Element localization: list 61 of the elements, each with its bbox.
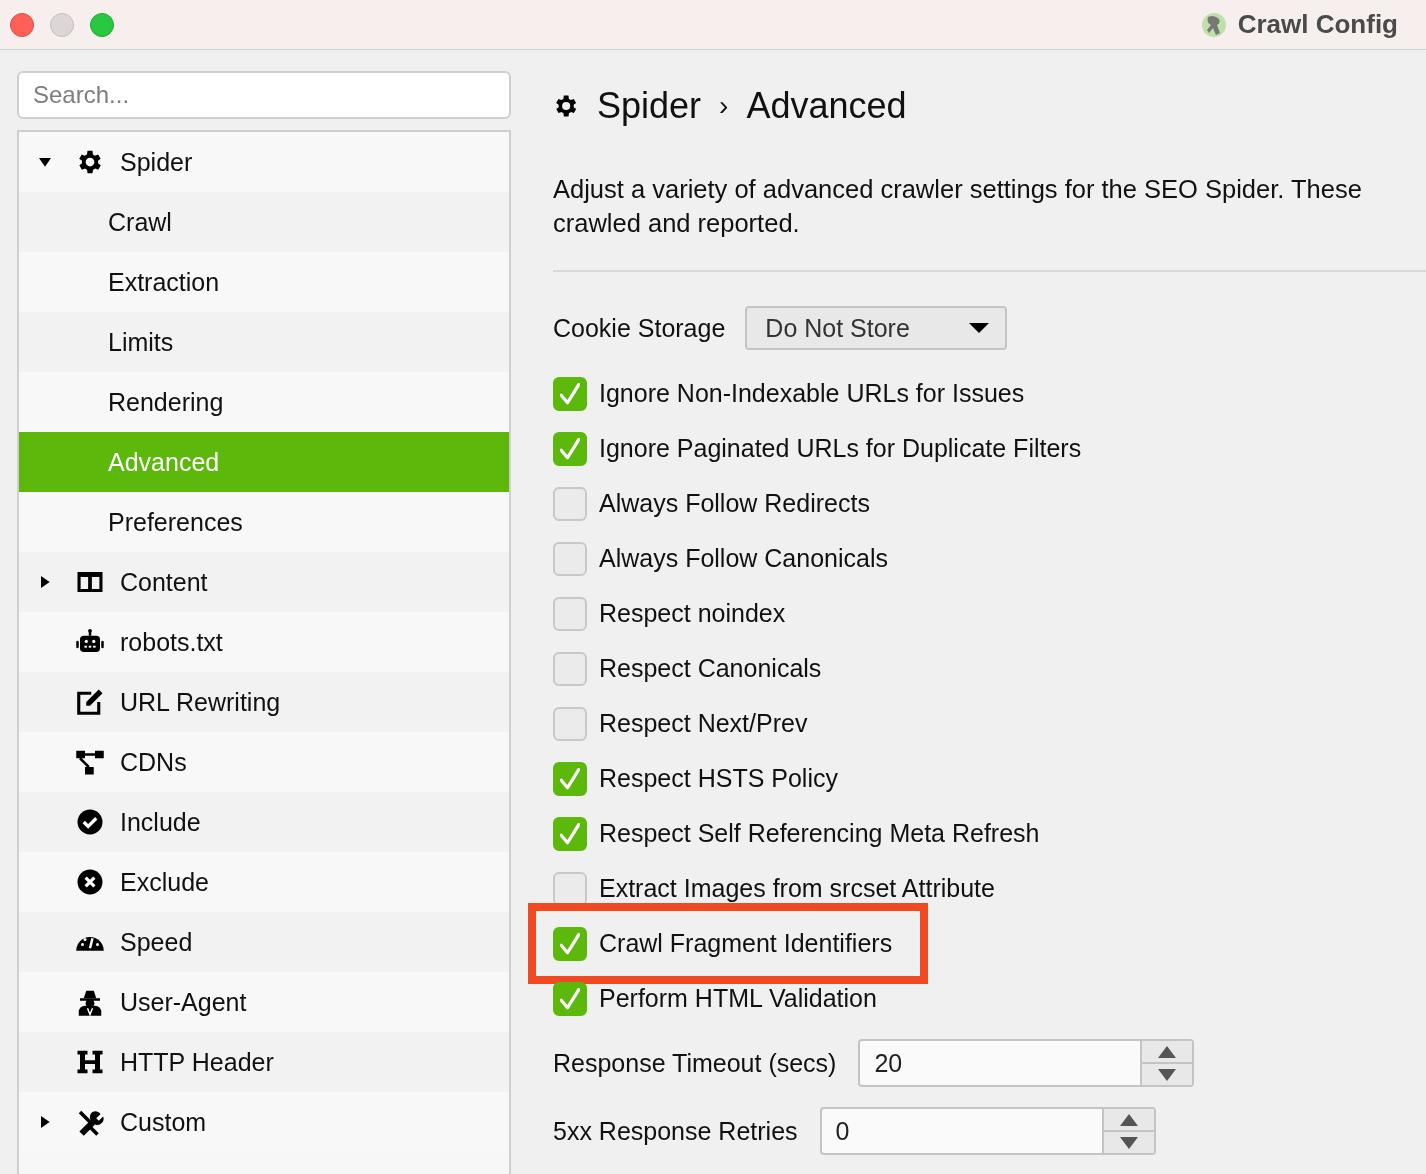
tree-item[interactable]: HTTP Header xyxy=(19,1032,509,1092)
up-arrow-icon xyxy=(1158,1045,1177,1058)
checkbox[interactable] xyxy=(553,651,587,686)
checkbox[interactable] xyxy=(553,926,587,961)
checkmark-icon xyxy=(560,437,580,460)
checkmark-icon xyxy=(560,382,580,405)
number-spinner[interactable]: 20 xyxy=(858,1039,1195,1087)
checkbox[interactable] xyxy=(553,541,587,576)
tree-item[interactable]: Content xyxy=(19,552,509,612)
description-text: crawled and reported. xyxy=(553,208,801,239)
tree-item[interactable]: Include xyxy=(19,792,509,852)
setting-label: Cookie Storage xyxy=(553,313,726,343)
tree-item[interactable]: URL Rewriting xyxy=(19,672,509,732)
checkbox[interactable] xyxy=(553,871,587,906)
edit-icon xyxy=(75,687,105,717)
tree-item[interactable]: Crawl xyxy=(19,192,509,252)
checkbox-label: Respect Canonicals xyxy=(599,654,822,683)
number-spinner[interactable]: 0 xyxy=(819,1107,1156,1155)
setting-label: 5xx Response Retries xyxy=(553,1116,798,1146)
tree-item[interactable]: Speed xyxy=(19,912,509,972)
checkmark-icon xyxy=(560,932,580,955)
checkmark-icon xyxy=(560,822,580,845)
checkbox[interactable] xyxy=(553,761,587,796)
x-circle-icon xyxy=(75,867,105,897)
checkbox[interactable] xyxy=(553,431,587,466)
down-arrow-icon xyxy=(1158,1068,1177,1081)
down-arrow-icon xyxy=(1119,1136,1138,1149)
check-circle-icon xyxy=(75,807,105,837)
checkbox[interactable] xyxy=(553,816,587,851)
checkbox-label: Always Follow Canonicals xyxy=(599,544,888,573)
breadcrumb-item: Advanced xyxy=(746,85,907,127)
description-text: Adjust a variety of advanced crawler settings for the SEO Spider. These xyxy=(553,174,1363,205)
checkbox[interactable] xyxy=(553,596,587,631)
tree-item[interactable]: Limits xyxy=(19,312,509,372)
up-arrow-icon xyxy=(1119,1113,1138,1126)
checkbox-label: Respect Self Referencing Meta Refresh xyxy=(599,819,1040,848)
setting-label: Response Timeout (secs) xyxy=(553,1048,837,1078)
checkbox[interactable] xyxy=(553,981,587,1016)
search-field[interactable]: Search... xyxy=(17,71,511,119)
checkbox-label: Extract Images from srcset Attribute xyxy=(599,874,995,903)
checkbox-label: Always Follow Redirects xyxy=(599,489,870,518)
breadcrumb-separator: › xyxy=(719,90,729,122)
checkbox-label: Ignore Non-Indexable URLs for Issues xyxy=(599,379,1025,408)
checkbox-label: Respect noindex xyxy=(599,599,786,628)
checkbox-label: Crawl Fragment Identifiers xyxy=(599,929,893,958)
checkbox[interactable] xyxy=(553,376,587,411)
caret-icon xyxy=(969,323,990,333)
checkbox[interactable] xyxy=(553,486,587,521)
dropdown[interactable]: Do Not Store xyxy=(745,306,1008,350)
breadcrumb-item: Spider xyxy=(597,85,702,127)
window-title: Crawl Config xyxy=(1237,9,1398,40)
checkbox-label: Ignore Paginated URLs for Duplicate Filters xyxy=(599,434,1082,463)
zoom-button[interactable] xyxy=(90,12,114,37)
checkmark-icon xyxy=(560,987,580,1010)
checkbox-label: Respect HSTS Policy xyxy=(599,764,838,793)
checkbox[interactable] xyxy=(553,706,587,741)
checkmark-icon xyxy=(560,767,580,790)
checkbox-label: Perform HTML Validation xyxy=(599,984,877,1013)
checkbox-label: Respect Next/Prev xyxy=(599,709,808,738)
minimize-button[interactable] xyxy=(50,12,74,37)
close-button[interactable] xyxy=(10,12,34,37)
